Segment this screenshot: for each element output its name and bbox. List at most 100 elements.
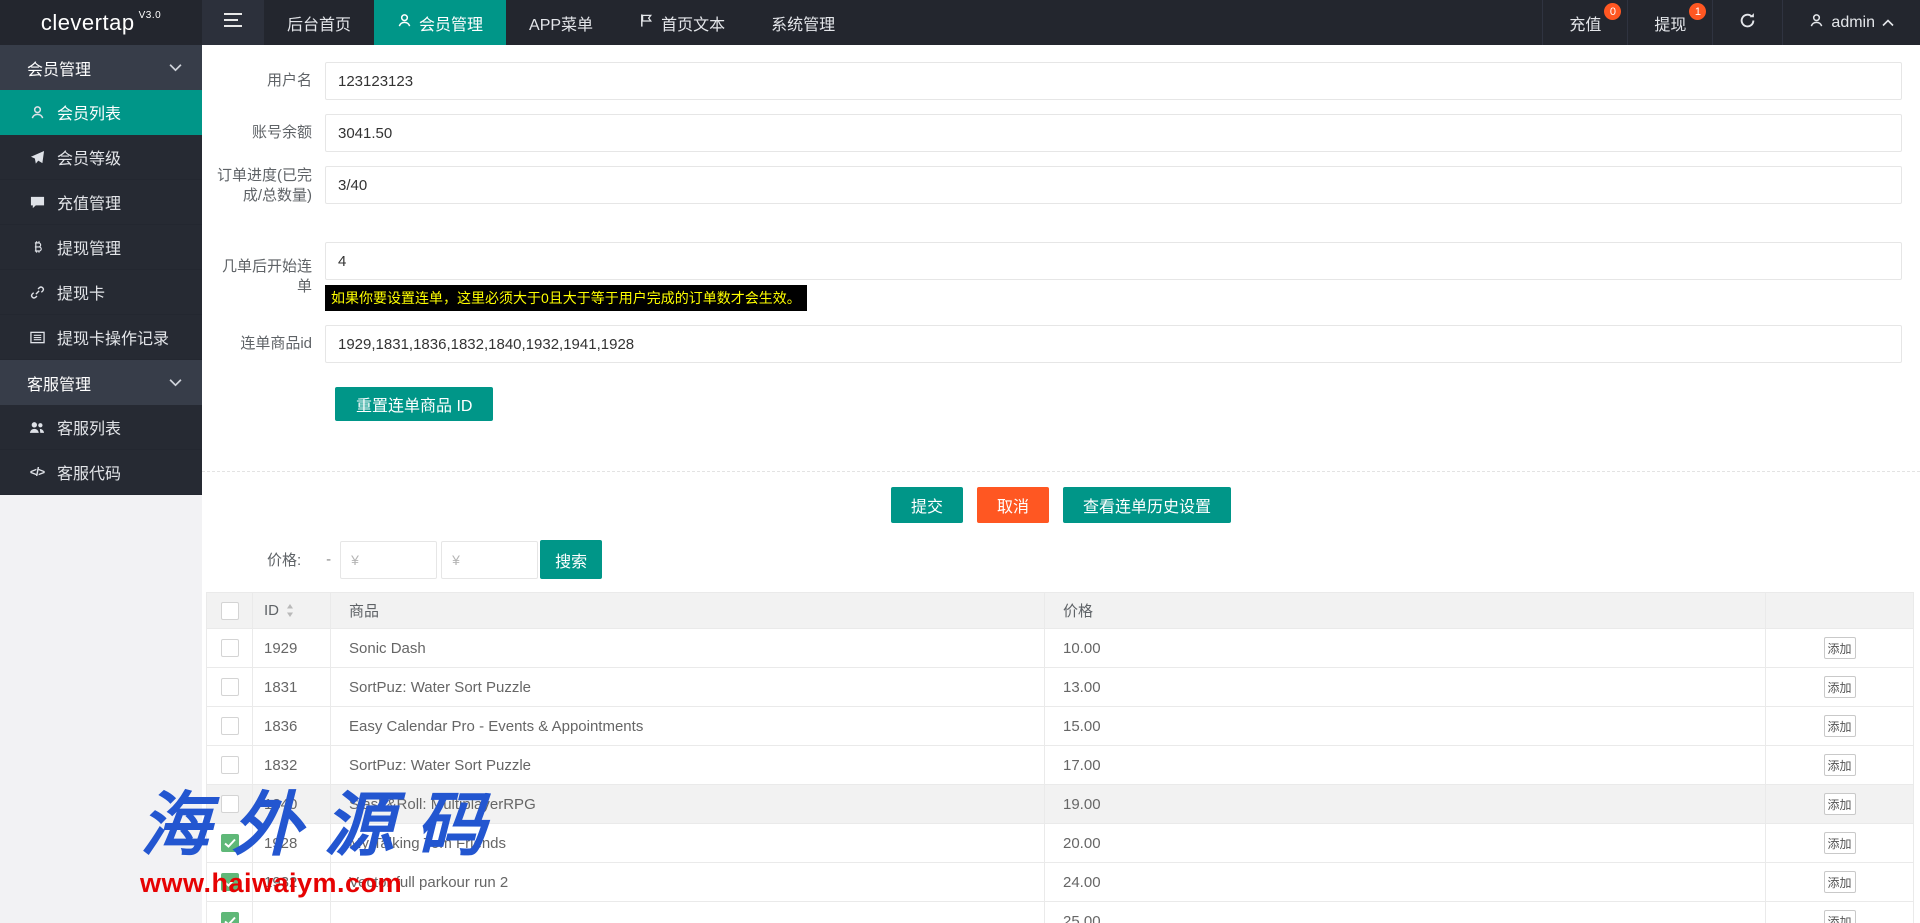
row-checkbox[interactable] — [221, 912, 239, 923]
chain-start-label: 几单后开始连单 — [212, 242, 312, 311]
add-button[interactable]: 添加 — [1824, 754, 1856, 776]
add-button[interactable]: 添加 — [1824, 676, 1856, 698]
chain-product-ids-field[interactable] — [325, 325, 1902, 363]
chevron-down-icon — [169, 63, 182, 72]
nav-label: APP菜单 — [529, 11, 593, 35]
form-row-balance: 账号余额 — [212, 114, 1902, 152]
column-header-id[interactable]: ID — [253, 593, 331, 628]
nav-item-dashboard[interactable]: 后台首页 — [264, 0, 374, 45]
header-right-cluster: 充值 0 提现 1 admin — [1542, 0, 1920, 45]
sidebar-item-label: 提现卡操作记录 — [57, 325, 169, 349]
nav-label: 会员管理 — [419, 11, 483, 35]
column-header-product[interactable]: 商品 — [331, 593, 1045, 628]
sidebar-item-withdraw-card-log[interactable]: 提现卡操作记录 — [0, 315, 202, 360]
link-icon — [28, 285, 46, 300]
reset-chain-products-button[interactable]: 重置连单商品 ID — [335, 387, 493, 421]
add-button[interactable]: 添加 — [1824, 832, 1856, 854]
refresh-icon — [1739, 12, 1756, 34]
sidebar-item-withdraw-mgmt[interactable]: 提现管理 — [0, 225, 202, 270]
form-row-order-progress: 订单进度(已完成/总数量) — [212, 166, 1902, 206]
row-checkbox[interactable] — [221, 639, 239, 657]
sidebar-item-label: 提现卡 — [57, 280, 105, 304]
price-range-separator: - — [326, 551, 331, 568]
row-checkbox[interactable] — [221, 873, 239, 891]
cell-product: SortPuz: Water Sort Puzzle — [331, 746, 1045, 784]
price-label: 价格: — [267, 549, 301, 570]
add-button[interactable]: 添加 — [1824, 910, 1856, 923]
table-row: 1840 Slash&Roll: MultiplayerRPG 19.00 添加 — [207, 785, 1913, 824]
column-header-price[interactable]: 价格 — [1045, 593, 1766, 628]
add-button[interactable]: 添加 — [1824, 871, 1856, 893]
nav-item-app-menu[interactable]: APP菜单 — [506, 0, 616, 45]
cell-price: 13.00 — [1045, 668, 1766, 706]
sidebar: 会员管理 会员列表 会员等级 充值管理 提现管理 提现卡 — [0, 45, 202, 495]
select-all-checkbox[interactable] — [221, 602, 239, 620]
sidebar-item-recharge-mgmt[interactable]: 充值管理 — [0, 180, 202, 225]
table-row: 25.00 添加 — [207, 902, 1913, 923]
balance-field[interactable] — [325, 114, 1902, 152]
sidebar-item-member-level[interactable]: 会员等级 — [0, 135, 202, 180]
price-min-input[interactable] — [340, 541, 437, 579]
cell-id: 1932 — [253, 863, 331, 901]
row-checkbox[interactable] — [221, 717, 239, 735]
logo-text: clevertap — [41, 10, 135, 36]
search-button[interactable]: 搜索 — [540, 540, 602, 579]
nav-item-system[interactable]: 系统管理 — [748, 0, 858, 45]
cell-id — [253, 902, 331, 923]
cancel-button[interactable]: 取消 — [977, 487, 1049, 523]
order-progress-field[interactable] — [325, 166, 1902, 204]
view-chain-history-button[interactable]: 查看连单历史设置 — [1063, 487, 1231, 523]
row-checkbox[interactable] — [221, 834, 239, 852]
member-edit-form: 用户名 账号余额 订单进度(已完成/总数量) 几单后开始连单 如果你要设置连单，… — [202, 45, 1920, 421]
table-row: 1836 Easy Calendar Pro - Events & Appoin… — [207, 707, 1913, 746]
add-button[interactable]: 添加 — [1824, 715, 1856, 737]
username: admin — [1831, 14, 1875, 32]
sidebar-item-label: 会员列表 — [57, 100, 121, 124]
section-divider — [202, 471, 1920, 472]
cell-id: 1840 — [253, 785, 331, 823]
sidebar-item-support-list[interactable]: 客服列表 — [0, 405, 202, 450]
price-max-input[interactable] — [441, 541, 538, 579]
sidebar-toggle-button[interactable] — [202, 0, 264, 45]
cell-price: 20.00 — [1045, 824, 1766, 862]
withdraw-label: 提现 — [1654, 11, 1686, 35]
add-button[interactable]: 添加 — [1824, 793, 1856, 815]
row-checkbox[interactable] — [221, 756, 239, 774]
nav-label: 后台首页 — [287, 11, 351, 35]
order-progress-label: 订单进度(已完成/总数量) — [212, 166, 312, 206]
sidebar-item-withdraw-card[interactable]: 提现卡 — [0, 270, 202, 315]
username-label: 用户名 — [212, 62, 312, 100]
add-button[interactable]: 添加 — [1824, 637, 1856, 659]
cell-product — [331, 902, 1045, 923]
chain-start-field[interactable] — [325, 242, 1902, 280]
withdraw-button[interactable]: 提现 1 — [1627, 0, 1712, 45]
username-field[interactable] — [325, 62, 1902, 100]
user-icon — [397, 13, 412, 33]
refresh-button[interactable] — [1712, 0, 1782, 45]
nav-item-home-text[interactable]: 首页文本 — [616, 0, 748, 45]
sidebar-group-members[interactable]: 会员管理 — [0, 45, 202, 90]
user-menu[interactable]: admin — [1782, 0, 1920, 45]
recharge-button[interactable]: 充值 0 — [1542, 0, 1627, 45]
cell-product: SortPuz: Water Sort Puzzle — [331, 668, 1045, 706]
user-icon — [28, 105, 46, 120]
product-table: ID 商品 价格 1929 Sonic Dash 10.00 添加 1831 S… — [206, 592, 1914, 923]
submit-button[interactable]: 提交 — [891, 487, 963, 523]
sidebar-group-label: 会员管理 — [27, 56, 91, 80]
chevron-up-icon — [1882, 14, 1894, 32]
list-icon — [28, 330, 46, 345]
table-header-row: ID 商品 价格 — [207, 593, 1913, 629]
cell-product: Easy Calendar Pro - Events & Appointment… — [331, 707, 1045, 745]
nav-item-members[interactable]: 会员管理 — [374, 0, 506, 45]
withdraw-badge: 1 — [1689, 3, 1706, 20]
cell-id: 1928 — [253, 824, 331, 862]
row-checkbox[interactable] — [221, 795, 239, 813]
sidebar-group-support[interactable]: 客服管理 — [0, 360, 202, 405]
row-checkbox[interactable] — [221, 678, 239, 696]
sidebar-item-member-list[interactable]: 会员列表 — [0, 90, 202, 135]
sidebar-group-label: 客服管理 — [27, 371, 91, 395]
sort-icon[interactable] — [286, 604, 294, 617]
sidebar-item-support-code[interactable]: </> 客服代码 — [0, 450, 202, 495]
logo-version: V3.0 — [139, 10, 162, 21]
column-header-action — [1766, 593, 1913, 628]
